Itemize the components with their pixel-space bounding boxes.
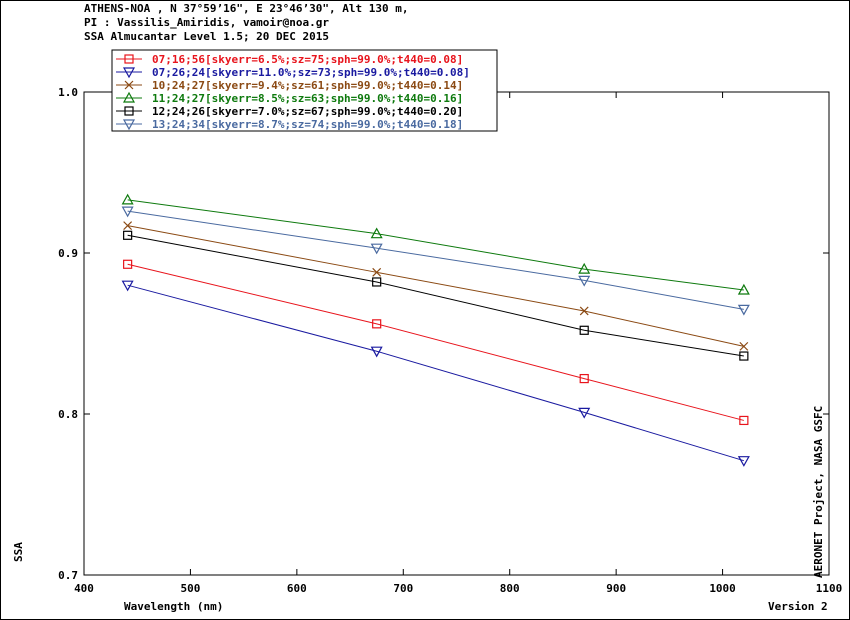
series-line-1 — [127, 284, 745, 462]
x-tick-label-800: 800 — [500, 582, 520, 595]
y-tick-label-3: 1.0 — [58, 86, 78, 99]
aeronet-credit-label: AERONET Project, NASA GSFC — [812, 405, 825, 578]
y-tick-label-0: 0.7 — [58, 569, 78, 582]
ssa-chart: 400 500 600 700 800 900 1000 1100 0.7 0.8 0.9 1.0 07… — [58, 49, 843, 595]
legend-entry-2: 10;24;27[skyerr=9.4%;sz=61;sph=99.0%;t44… — [152, 79, 463, 92]
x-tick-label-500: 500 — [180, 582, 200, 595]
y-tick-label-2: 0.9 — [58, 247, 78, 260]
legend-entry-4: 12;24;26[skyerr=7.0%;sz=67;sph=99.0%;t44… — [152, 105, 463, 118]
series-line-5 — [127, 210, 744, 310]
data-point-s2-3 — [739, 341, 749, 351]
series-line-0 — [127, 263, 744, 421]
data-point-s2-1 — [372, 267, 382, 277]
data-point-s2-2 — [579, 306, 589, 316]
legend-entry-5: 13;24;34[skyerr=8.7%;sz=74;sph=99.0%;t44… — [152, 118, 463, 131]
data-point-s5-3 — [737, 304, 750, 316]
x-tick-label-1100: 1100 — [816, 582, 843, 595]
data-point-s3-0 — [121, 193, 134, 205]
series-line-4 — [127, 234, 744, 357]
y-tick-label-1: 0.8 — [58, 408, 78, 421]
x-tick-label-600: 600 — [287, 582, 307, 595]
x-tick-label-900: 900 — [606, 582, 626, 595]
version-label: Version 2 — [768, 600, 828, 613]
y-axis-label: SSA — [12, 542, 25, 562]
x-tick-label-700: 700 — [393, 582, 413, 595]
x-tick-label-400: 400 — [74, 582, 94, 595]
x-tick-label-1000: 1000 — [709, 582, 736, 595]
legend-entry-1: 07;26;24[skyerr=11.0%;sz=73;sph=99.0%;t4… — [152, 66, 470, 79]
data-point-s2-0 — [123, 221, 133, 231]
plot-area-frame — [83, 91, 830, 576]
x-axis-label: Wavelength (nm) — [124, 600, 224, 613]
data-point-s1-3 — [737, 456, 750, 467]
legend-entry-0: 07;16;56[skyerr=6.5%;sz=75;sph=99.0%;t44… — [152, 53, 463, 66]
series-line-3 — [127, 199, 744, 291]
legend-entry-3: 11;24;27[skyerr=8.5%;sz=63;sph=99.0%;t44… — [152, 92, 463, 105]
